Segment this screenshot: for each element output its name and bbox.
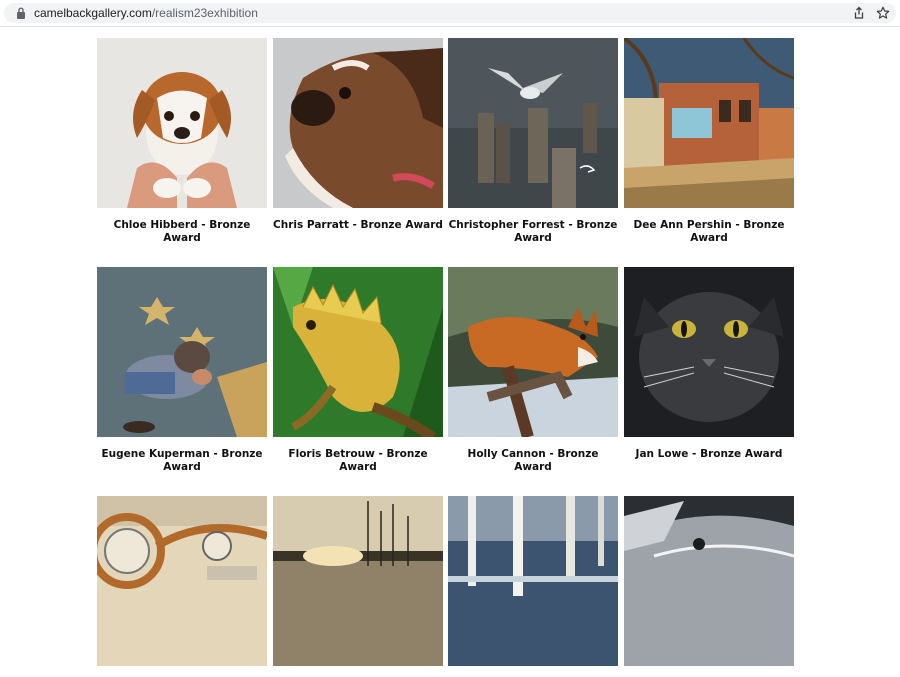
gallery-item: Eugene Kuperman - Bronze Award (97, 267, 267, 474)
artwork-thumbnail-boxer[interactable] (273, 38, 443, 208)
artwork-caption[interactable]: Christopher Forrest - Bronze Award (448, 219, 618, 245)
artwork-caption[interactable]: Jan Lowe - Bronze Award (624, 448, 794, 461)
iguana-artwork-image (273, 267, 443, 437)
seagull-artwork-image (448, 38, 618, 208)
artwork-caption[interactable]: Holly Cannon - Bronze Award (448, 448, 618, 474)
black-cat-artwork-image (624, 267, 794, 437)
car-dashboard-artwork-image (97, 496, 267, 666)
puppy-artwork-image (97, 38, 267, 208)
artwork-thumbnail-storefront[interactable] (624, 38, 794, 208)
artwork-thumbnail-puppy[interactable] (97, 38, 267, 208)
artwork-thumbnail-black-cat[interactable] (624, 267, 794, 437)
artwork-caption[interactable]: Chloe Hibberd - Bronze Award (97, 219, 267, 245)
artwork-caption[interactable]: Dee Ann Pershin - Bronze Award (624, 219, 794, 245)
artwork-caption[interactable]: Floris Betrouw - Bronze Award (273, 448, 443, 474)
gallery-item (97, 496, 267, 677)
gallery-item: Christopher Forrest - Bronze Award (448, 38, 618, 245)
artwork-thumbnail-fox[interactable] (448, 267, 618, 437)
artwork-thumbnail-seagull[interactable] (448, 38, 618, 208)
artwork-thumbnail-iguana[interactable] (273, 267, 443, 437)
gallery-item (624, 496, 794, 677)
artwork-caption[interactable]: Chris Parratt - Bronze Award (273, 219, 443, 232)
gallery-item: Chloe Hibberd - Bronze Award (97, 38, 267, 245)
share-icon[interactable] (852, 6, 866, 20)
url-text[interactable]: camelbackgallery.com/realism23exhibition (34, 6, 258, 20)
url-path: /realism23exhibition (151, 6, 258, 20)
silver-car-artwork-image (624, 496, 794, 666)
artwork-thumbnail-car-dashboard[interactable] (97, 496, 267, 666)
sailboats-artwork-image (273, 496, 443, 666)
artwork-thumbnail-silver-car[interactable] (624, 496, 794, 666)
gallery-item (448, 496, 618, 677)
browser-toolbar: camelbackgallery.com/realism23exhibition (0, 0, 900, 27)
walk-of-fame-artwork-image (97, 267, 267, 437)
gallery-item: Jan Lowe - Bronze Award (624, 267, 794, 461)
artwork-thumbnail-birch-river[interactable] (448, 496, 618, 666)
boxer-artwork-image (273, 38, 443, 208)
birch-river-artwork-image (448, 496, 618, 666)
artwork-thumbnail-walk-of-fame[interactable] (97, 267, 267, 437)
gallery-item: Floris Betrouw - Bronze Award (273, 267, 443, 474)
gallery-item: Dee Ann Pershin - Bronze Award (624, 38, 794, 245)
gallery-item: Holly Cannon - Bronze Award (448, 267, 618, 474)
gallery-item (273, 496, 443, 677)
address-bar[interactable]: camelbackgallery.com/realism23exhibition (4, 3, 896, 23)
gallery-item: Chris Parratt - Bronze Award (273, 38, 443, 232)
storefront-artwork-image (624, 38, 794, 208)
artwork-thumbnail-sailboats[interactable] (273, 496, 443, 666)
lock-icon (17, 7, 25, 19)
star-icon[interactable] (876, 6, 890, 20)
artwork-caption[interactable]: Eugene Kuperman - Bronze Award (97, 448, 267, 474)
url-domain: camelbackgallery.com (34, 6, 152, 20)
fox-artwork-image (448, 267, 618, 437)
